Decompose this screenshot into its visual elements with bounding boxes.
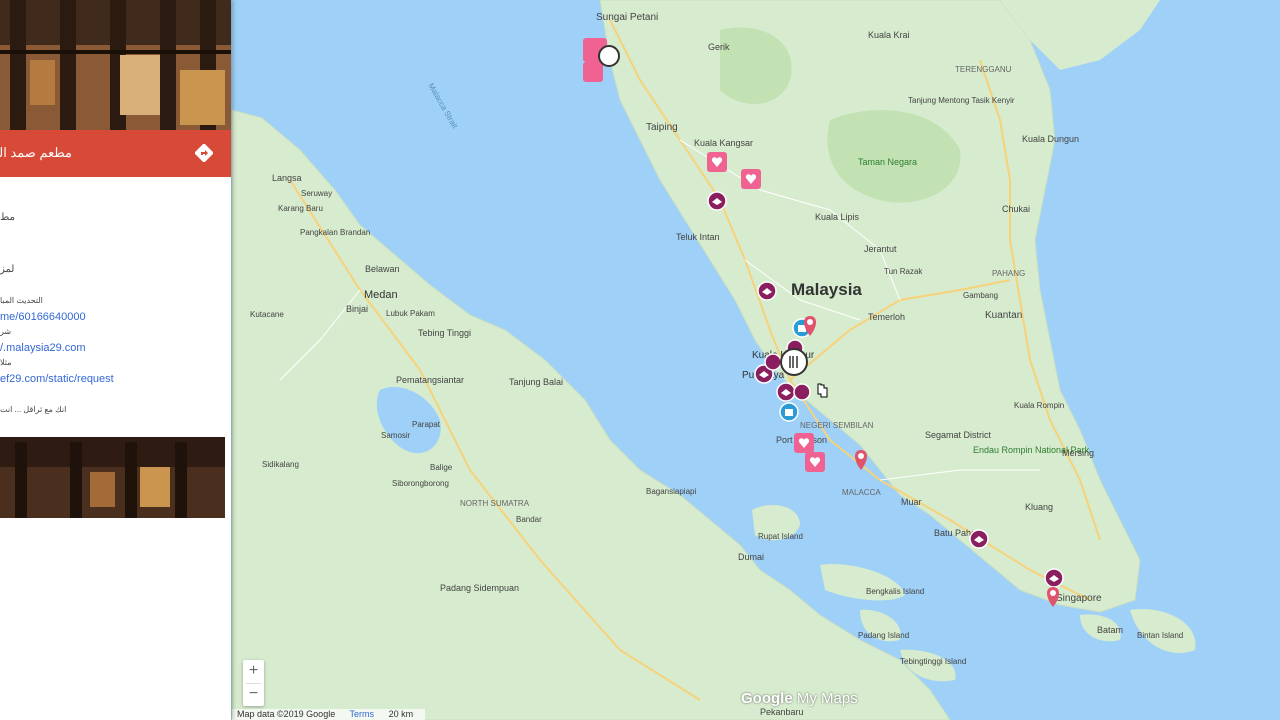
- attraction-marker: [741, 169, 761, 189]
- label-batam: Batam: [1097, 625, 1123, 635]
- label-parapat: Parapat: [412, 420, 441, 429]
- label-bandar: Bandar: [516, 515, 542, 524]
- label-negeri-sembilan: NEGERI SEMBILAN: [800, 421, 874, 430]
- attraction-marker: [583, 62, 603, 82]
- label-teluk-intan: Teluk Intan: [676, 232, 720, 242]
- label-jerantut: Jerantut: [864, 244, 897, 254]
- map-footer: Map data ©2019 Google Terms 20 km: [232, 709, 426, 720]
- label-tebingtinggi-island: Tebingtinggi Island: [900, 657, 966, 666]
- label-kuala-lipis: Kuala Lipis: [815, 212, 860, 222]
- place-title: مطعم صمد العر: [0, 145, 72, 160]
- label-pekanbaru: Pekanbaru: [760, 707, 804, 717]
- label-bintan-island: Bintan Island: [1137, 631, 1183, 640]
- restaurant-photo[interactable]: [0, 0, 231, 130]
- label-mersing: Mersing: [1062, 448, 1094, 458]
- label-sungai-petani: Sungai Petani: [596, 12, 658, 23]
- phone-link[interactable]: me/60166640000: [0, 311, 86, 323]
- label-lubuk-pakam: Lubuk Pakam: [386, 309, 435, 318]
- label-pangkalan-brandan: Pangkalan Brandan: [300, 228, 370, 237]
- label-tun-razak: Tun Razak: [884, 267, 923, 276]
- label-temerloh: Temerloh: [868, 312, 905, 322]
- label-north-sumatra: NORTH SUMATRA: [460, 499, 530, 508]
- place-detail-panel: مطعم صمد العر مط لمز التحديث المبا me/60…: [0, 0, 231, 720]
- terms-link[interactable]: Terms: [350, 709, 375, 719]
- label-taiping: Taiping: [646, 122, 678, 133]
- school-marker: [776, 382, 796, 402]
- shopping-marker: [779, 402, 799, 422]
- label-malacca: MALACCA: [842, 488, 881, 497]
- restaurant-marker: [780, 348, 808, 376]
- attraction-marker: [794, 433, 814, 453]
- label-dumai: Dumai: [738, 552, 764, 562]
- label-balige: Balige: [430, 463, 453, 472]
- zoom-in-button[interactable]: +: [243, 660, 264, 683]
- my-maps-text: My Maps: [796, 690, 858, 707]
- place-title-bar: مطعم صمد العر: [0, 130, 231, 177]
- directions-icon[interactable]: [195, 144, 213, 162]
- label-binjai: Binjai: [346, 304, 368, 314]
- label-kuala-krai: Kuala Krai: [868, 30, 910, 40]
- zoom-controls: + −: [243, 660, 264, 706]
- map-attribution: Map data ©2019 Google: [237, 709, 336, 719]
- restaurant-marker: [598, 45, 620, 67]
- label-taman-negara: Taman Negara: [858, 157, 917, 167]
- panel-text-6: انك مع ثراقل ... انت: [0, 405, 67, 414]
- label-padang-island: Padang Island: [858, 631, 909, 640]
- scale-label: 20 km: [388, 709, 414, 719]
- label-gambang: Gambang: [963, 291, 998, 300]
- label-bengkalis-island: Bengkalis Island: [866, 587, 924, 596]
- label-belawan: Belawan: [365, 264, 400, 274]
- label-kutacane: Kutacane: [250, 310, 284, 319]
- panel-text-2: لمز: [0, 264, 15, 275]
- google-my-maps-logo: Google My Maps: [741, 690, 858, 707]
- label-seruway: Seruway: [301, 189, 332, 198]
- school-marker: [757, 281, 777, 301]
- label-tebing-tinggi: Tebing Tinggi: [418, 328, 471, 338]
- label-kuala-dungun: Kuala Dungun: [1022, 134, 1079, 144]
- panel-text-4: شر: [0, 327, 12, 336]
- label-sidikalang: Sidikalang: [262, 460, 299, 469]
- label-medan: Medan: [364, 289, 398, 301]
- label-pahang: PAHANG: [992, 269, 1025, 278]
- label-kluang: Kluang: [1025, 502, 1053, 512]
- label-segamat: Segamat District: [925, 430, 992, 440]
- label-langsa: Langsa: [272, 173, 302, 183]
- panel-text-3: التحديث المبا: [0, 296, 43, 305]
- label-padang-sidempuan: Padang Sidempuan: [440, 583, 519, 593]
- school-marker: [969, 529, 989, 549]
- panel-text-5: مثلا: [0, 358, 12, 367]
- request-link[interactable]: ef29.com/static/request: [0, 373, 114, 385]
- school-marker: [793, 383, 811, 401]
- attraction-marker: [805, 452, 825, 472]
- restaurant-photo-2[interactable]: [0, 437, 225, 518]
- label-tanjung-balai: Tanjung Balai: [509, 377, 563, 387]
- attraction-marker: [707, 152, 727, 172]
- label-malaysia: Malaysia: [791, 280, 862, 299]
- label-kuala-rompin: Kuala Rompin: [1014, 401, 1064, 410]
- label-gerik: Gerik: [708, 42, 730, 52]
- label-terengganu: TERENGGANU: [955, 65, 1012, 74]
- label-bagansiapiapi: Bagansiapiapi: [646, 487, 696, 496]
- label-kuala-kangsar: Kuala Kangsar: [694, 138, 753, 148]
- label-rupat-island: Rupat Island: [758, 532, 803, 541]
- panel-text-1: مط: [0, 212, 15, 223]
- label-samosir: Samosir: [381, 431, 411, 440]
- label-muar: Muar: [901, 497, 922, 507]
- zoom-out-button[interactable]: −: [243, 683, 264, 706]
- label-kuantan: Kuantan: [985, 310, 1022, 321]
- website-link[interactable]: /.malaysia29.com: [0, 342, 86, 354]
- school-marker: [1044, 568, 1064, 588]
- google-logo-text: Google: [741, 690, 793, 707]
- label-siborongborong: Siborongborong: [392, 479, 449, 488]
- label-karang-baru: Karang Baru: [278, 204, 323, 213]
- label-chukai: Chukai: [1002, 204, 1030, 214]
- label-singapore: Singapore: [1056, 593, 1102, 604]
- school-marker: [764, 353, 782, 371]
- school-marker: [707, 191, 727, 211]
- label-tasik-kenyir: Tanjung Mentong Tasik Kenyir: [908, 96, 1015, 105]
- label-pematangsiantar: Pematangsiantar: [396, 375, 464, 385]
